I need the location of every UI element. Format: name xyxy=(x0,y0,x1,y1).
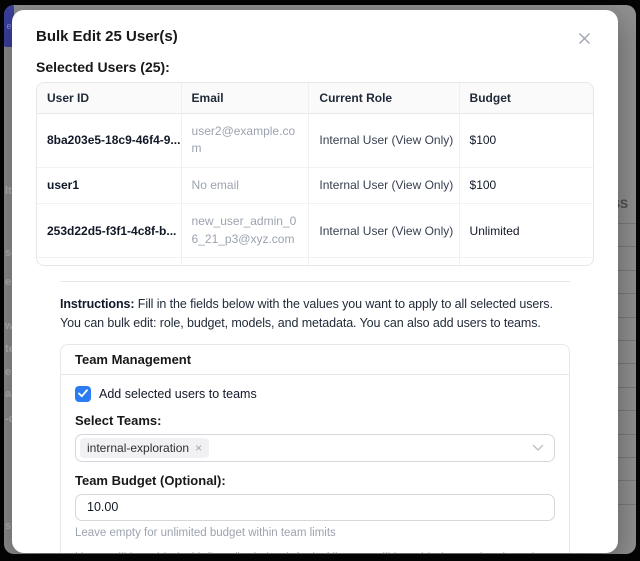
column-header: User ID xyxy=(37,83,182,114)
checkbox-checked-icon[interactable] xyxy=(75,386,91,402)
checkbox-label: Add selected users to teams xyxy=(99,387,257,401)
column-header: Email xyxy=(182,83,310,114)
cell-budget: $100 xyxy=(460,114,593,168)
window-frame: { "background": { "left_fragments": [ {"… xyxy=(0,0,640,561)
selected-users-table[interactable]: User IDEmailCurrent RoleBudget 8ba203e5-… xyxy=(36,82,594,266)
team-budget-label: Team Budget (Optional): xyxy=(75,473,555,488)
team-footer-note: Users will be added with "user" role by … xyxy=(75,550,555,554)
selected-team-tag: internal-exploration × xyxy=(80,438,209,458)
close-icon xyxy=(577,31,592,46)
cell-role: Internal User (View Only) xyxy=(309,114,459,168)
table-row: user1No emailInternal User (View Only)$1… xyxy=(37,168,593,204)
remove-team-tag-icon[interactable]: × xyxy=(195,442,202,454)
cell-role: Internal User (View Only) xyxy=(309,204,459,258)
team-management-card: Team Management Add selected users to te… xyxy=(60,344,570,554)
cell-email: inter xyxy=(182,258,310,266)
instructions-text: Instructions: Fill in the fields below w… xyxy=(60,295,570,333)
cell-role: Internal User (View Only) xyxy=(309,168,459,204)
selected-users-heading: Selected Users (25): xyxy=(36,59,594,75)
cell-budget: $100 xyxy=(460,168,593,204)
bulk-edit-modal: Bulk Edit 25 User(s) Selected Users (25)… xyxy=(12,10,618,553)
add-users-to-teams-checkbox-row[interactable]: Add selected users to teams xyxy=(75,386,555,402)
cell-budget: Unlimited xyxy=(460,204,593,258)
column-header: Current Role xyxy=(309,83,459,114)
table-row: 8ba203e5-18c9-46f4-9...user2@example.com… xyxy=(37,114,593,168)
team-management-title: Team Management xyxy=(61,345,569,375)
section-divider xyxy=(60,281,570,282)
table-header-row: User IDEmailCurrent RoleBudget xyxy=(37,83,593,114)
cell-budget: Unlimited xyxy=(460,258,593,266)
close-button[interactable] xyxy=(575,29,594,48)
cell-user_id: 5dbd2335-cdd6-47ca-b... xyxy=(37,258,182,266)
team-tag-label: internal-exploration xyxy=(87,441,189,455)
column-header: Budget xyxy=(460,83,593,114)
chevron-down-icon xyxy=(532,444,544,452)
select-teams-label: Select Teams: xyxy=(75,413,555,428)
budget-help-text: Leave empty for unlimited budget within … xyxy=(75,527,555,539)
cell-user_id: user1 xyxy=(37,168,182,204)
cell-user_id: 253d22d5-f3f1-4c8f-b... xyxy=(37,204,182,258)
cell-email: user2@example.com xyxy=(182,114,310,168)
cell-user_id: 8ba203e5-18c9-46f4-9... xyxy=(37,114,182,168)
teams-select[interactable]: internal-exploration × xyxy=(75,434,555,462)
team-budget-input[interactable] xyxy=(75,494,555,521)
cell-email: new_user_admin_06_21_p3@xyz.com xyxy=(182,204,310,258)
instructions-label: Instructions: xyxy=(60,297,134,311)
table-row: 5dbd2335-cdd6-47ca-b...interInternal Use… xyxy=(37,258,593,266)
cell-role: Internal User (View Only) xyxy=(309,258,459,266)
cell-email: No email xyxy=(182,168,310,204)
table-row: 253d22d5-f3f1-4c8f-b...new_user_admin_06… xyxy=(37,204,593,258)
background-text-fragment: lt xyxy=(5,185,12,197)
modal-title: Bulk Edit 25 User(s) xyxy=(36,28,178,45)
